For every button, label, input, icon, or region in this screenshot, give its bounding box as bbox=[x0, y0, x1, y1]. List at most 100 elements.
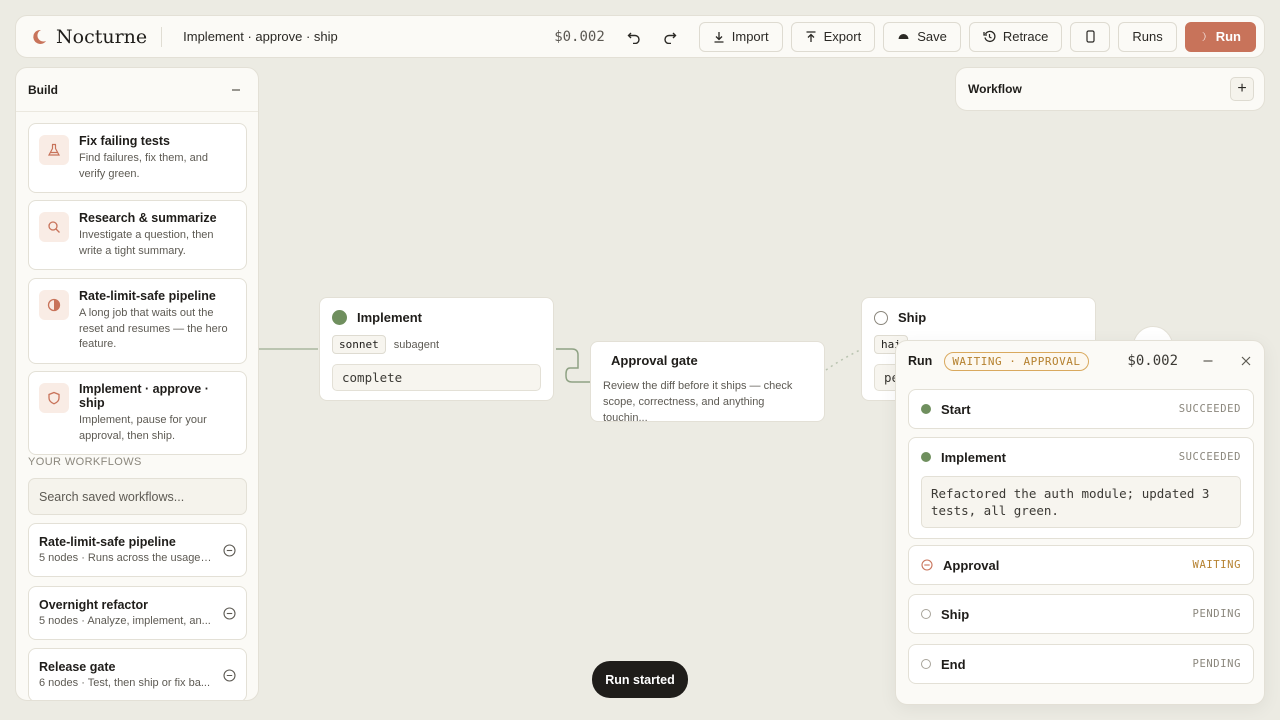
import-button[interactable]: Import bbox=[698, 21, 783, 52]
your-workflows-label: YOUR WORKFLOWS bbox=[28, 456, 142, 468]
redo-icon bbox=[664, 32, 677, 44]
close-icon[interactable] bbox=[1240, 355, 1252, 367]
runs-button[interactable]: Runs bbox=[1118, 21, 1177, 52]
template-research-summarize[interactable]: Research & summarize Investigate a quest… bbox=[28, 200, 247, 270]
node-title: Approval gate bbox=[611, 353, 698, 368]
import-label: Import bbox=[731, 29, 769, 44]
step-status: PENDING bbox=[1192, 658, 1241, 670]
runs-label: Runs bbox=[1132, 29, 1163, 44]
workflow-panel: Workflow + bbox=[955, 67, 1265, 111]
node-implement[interactable]: Implement sonnet subagent complete bbox=[319, 297, 554, 401]
node-approval-gate[interactable]: Approval gate Review the diff before it … bbox=[590, 341, 825, 424]
template-fix-failing-tests[interactable]: Fix failing tests Find failures, fix the… bbox=[28, 123, 247, 193]
workflow-title[interactable]: Implement · approve · ship bbox=[183, 29, 343, 44]
template-title: Rate-limit-safe pipeline bbox=[79, 289, 216, 303]
run-step-end[interactable]: End PENDING bbox=[908, 644, 1254, 684]
step-status: SUCCEEDED bbox=[1178, 403, 1241, 415]
workflow-item-title: Release gate bbox=[39, 660, 116, 674]
half-circle-icon bbox=[39, 290, 69, 320]
status-pending-dot bbox=[921, 659, 931, 669]
upload-icon bbox=[806, 30, 816, 42]
template-title: Research & summarize bbox=[79, 211, 217, 225]
run-step-approval[interactable]: Approval WAITING bbox=[908, 545, 1254, 585]
brand-name: Nocturne bbox=[56, 25, 148, 48]
run-panel-header: Run WAITING · APPROVAL $0.002 bbox=[896, 341, 1264, 381]
cloud-icon bbox=[898, 33, 909, 39]
saved-workflow-item[interactable]: Rate-limit-safe pipeline 5 nodes · Runs … bbox=[28, 523, 247, 577]
toast-notification: Run started bbox=[592, 661, 688, 698]
step-name: Implement bbox=[941, 449, 1007, 465]
template-desc: A long job that waits out the reset and … bbox=[79, 307, 228, 350]
step-status: SUCCEEDED bbox=[1178, 451, 1241, 463]
template-rate-limit-safe-pipeline[interactable]: Rate-limit-safe pipeline A long job that… bbox=[28, 278, 247, 364]
template-implement-approve-ship[interactable]: Implement · approve · ship Implement, pa… bbox=[28, 371, 247, 455]
step-status: PENDING bbox=[1192, 608, 1241, 620]
run-panel: Run WAITING · APPROVAL $0.002 Start SUCC… bbox=[895, 340, 1265, 705]
moon-logo-icon bbox=[33, 29, 46, 44]
save-button[interactable]: Save bbox=[883, 21, 961, 52]
build-panel: Build Fix failing tests Find failures, f… bbox=[15, 67, 259, 701]
redo-button[interactable] bbox=[655, 22, 685, 52]
template-title: Implement · approve · ship bbox=[79, 382, 209, 410]
run-cost: $0.002 bbox=[1127, 353, 1178, 369]
phone-icon bbox=[1086, 30, 1095, 43]
cost-display: $0.002 bbox=[554, 28, 605, 45]
saved-workflow-item[interactable]: Overnight refactor 5 nodes · Analyze, im… bbox=[28, 586, 247, 640]
step-status: WAITING bbox=[1192, 559, 1241, 571]
status-success-dot bbox=[332, 310, 347, 325]
divider bbox=[161, 26, 163, 47]
run-button[interactable]: Run bbox=[1184, 21, 1256, 52]
step-name: Approval bbox=[943, 557, 1000, 573]
template-desc: Investigate a question, then write a tig… bbox=[79, 229, 214, 257]
undo-icon bbox=[627, 32, 640, 44]
run-step-ship[interactable]: Ship PENDING bbox=[908, 594, 1254, 634]
history-icon bbox=[983, 30, 996, 43]
build-header: Build bbox=[16, 68, 258, 112]
collapse-icon[interactable] bbox=[230, 84, 242, 96]
node-output: complete bbox=[332, 364, 541, 391]
top-bar: Nocturne Implement · approve · ship $0.0… bbox=[15, 15, 1265, 58]
run-label: Run bbox=[1215, 29, 1241, 44]
crescent-icon bbox=[1201, 32, 1206, 41]
workflow-panel-title: Workflow bbox=[968, 82, 1022, 96]
minimize-icon[interactable] bbox=[1202, 355, 1214, 367]
workflow-item-desc: 6 nodes · Test, then ship or fix ba... bbox=[39, 677, 211, 689]
brand: Nocturne bbox=[30, 26, 147, 48]
saved-workflow-item[interactable]: Release gate 6 nodes · Test, then ship o… bbox=[28, 648, 247, 700]
step-output: Refactored the auth module; updated 3 te… bbox=[921, 476, 1241, 528]
workflow-item-title: Overnight refactor bbox=[39, 598, 149, 612]
workflow-search-input[interactable]: Search saved workflows... bbox=[28, 478, 247, 515]
template-desc: Implement, pause for your approval, then… bbox=[79, 414, 207, 442]
remove-circle-icon[interactable] bbox=[223, 544, 236, 557]
node-kind: subagent bbox=[393, 338, 440, 351]
step-name: End bbox=[941, 656, 966, 672]
node-title: Ship bbox=[898, 310, 927, 325]
run-step-start[interactable]: Start SUCCEEDED bbox=[908, 389, 1254, 429]
waiting-icon bbox=[921, 559, 933, 571]
shield-icon bbox=[39, 383, 69, 413]
step-name: Start bbox=[941, 401, 971, 417]
template-desc: Find failures, fix them, and verify gree… bbox=[79, 152, 209, 180]
remove-circle-icon[interactable] bbox=[223, 607, 236, 620]
export-label: Export bbox=[823, 29, 862, 44]
model-chip: sonnet bbox=[332, 335, 386, 354]
device-toggle-button[interactable] bbox=[1070, 21, 1111, 52]
export-button[interactable]: Export bbox=[790, 21, 876, 52]
save-label: Save bbox=[917, 29, 947, 44]
workflow-item-title: Rate-limit-safe pipeline bbox=[39, 535, 176, 549]
plus-icon: + bbox=[1237, 80, 1247, 97]
add-node-button[interactable]: + bbox=[1230, 77, 1254, 101]
workflow-item-desc: 5 nodes · Analyze, implement, an... bbox=[39, 615, 211, 627]
status-pending-dot bbox=[874, 310, 888, 325]
undo-button[interactable] bbox=[619, 22, 649, 52]
workflow-item-desc: 5 nodes · Runs across the usage-li... bbox=[39, 552, 212, 564]
retrace-button[interactable]: Retrace bbox=[968, 21, 1063, 52]
run-status-badge: WAITING · APPROVAL bbox=[944, 351, 1089, 371]
node-title: Implement bbox=[357, 310, 423, 325]
run-step-implement[interactable]: Implement SUCCEEDED Refactored the auth … bbox=[908, 437, 1254, 539]
retrace-label: Retrace bbox=[1002, 29, 1049, 44]
node-desc: Review the diff before it ships — check … bbox=[603, 380, 793, 424]
remove-circle-icon[interactable] bbox=[223, 669, 236, 682]
template-title: Fix failing tests bbox=[79, 134, 170, 148]
run-panel-title: Run bbox=[908, 354, 933, 368]
